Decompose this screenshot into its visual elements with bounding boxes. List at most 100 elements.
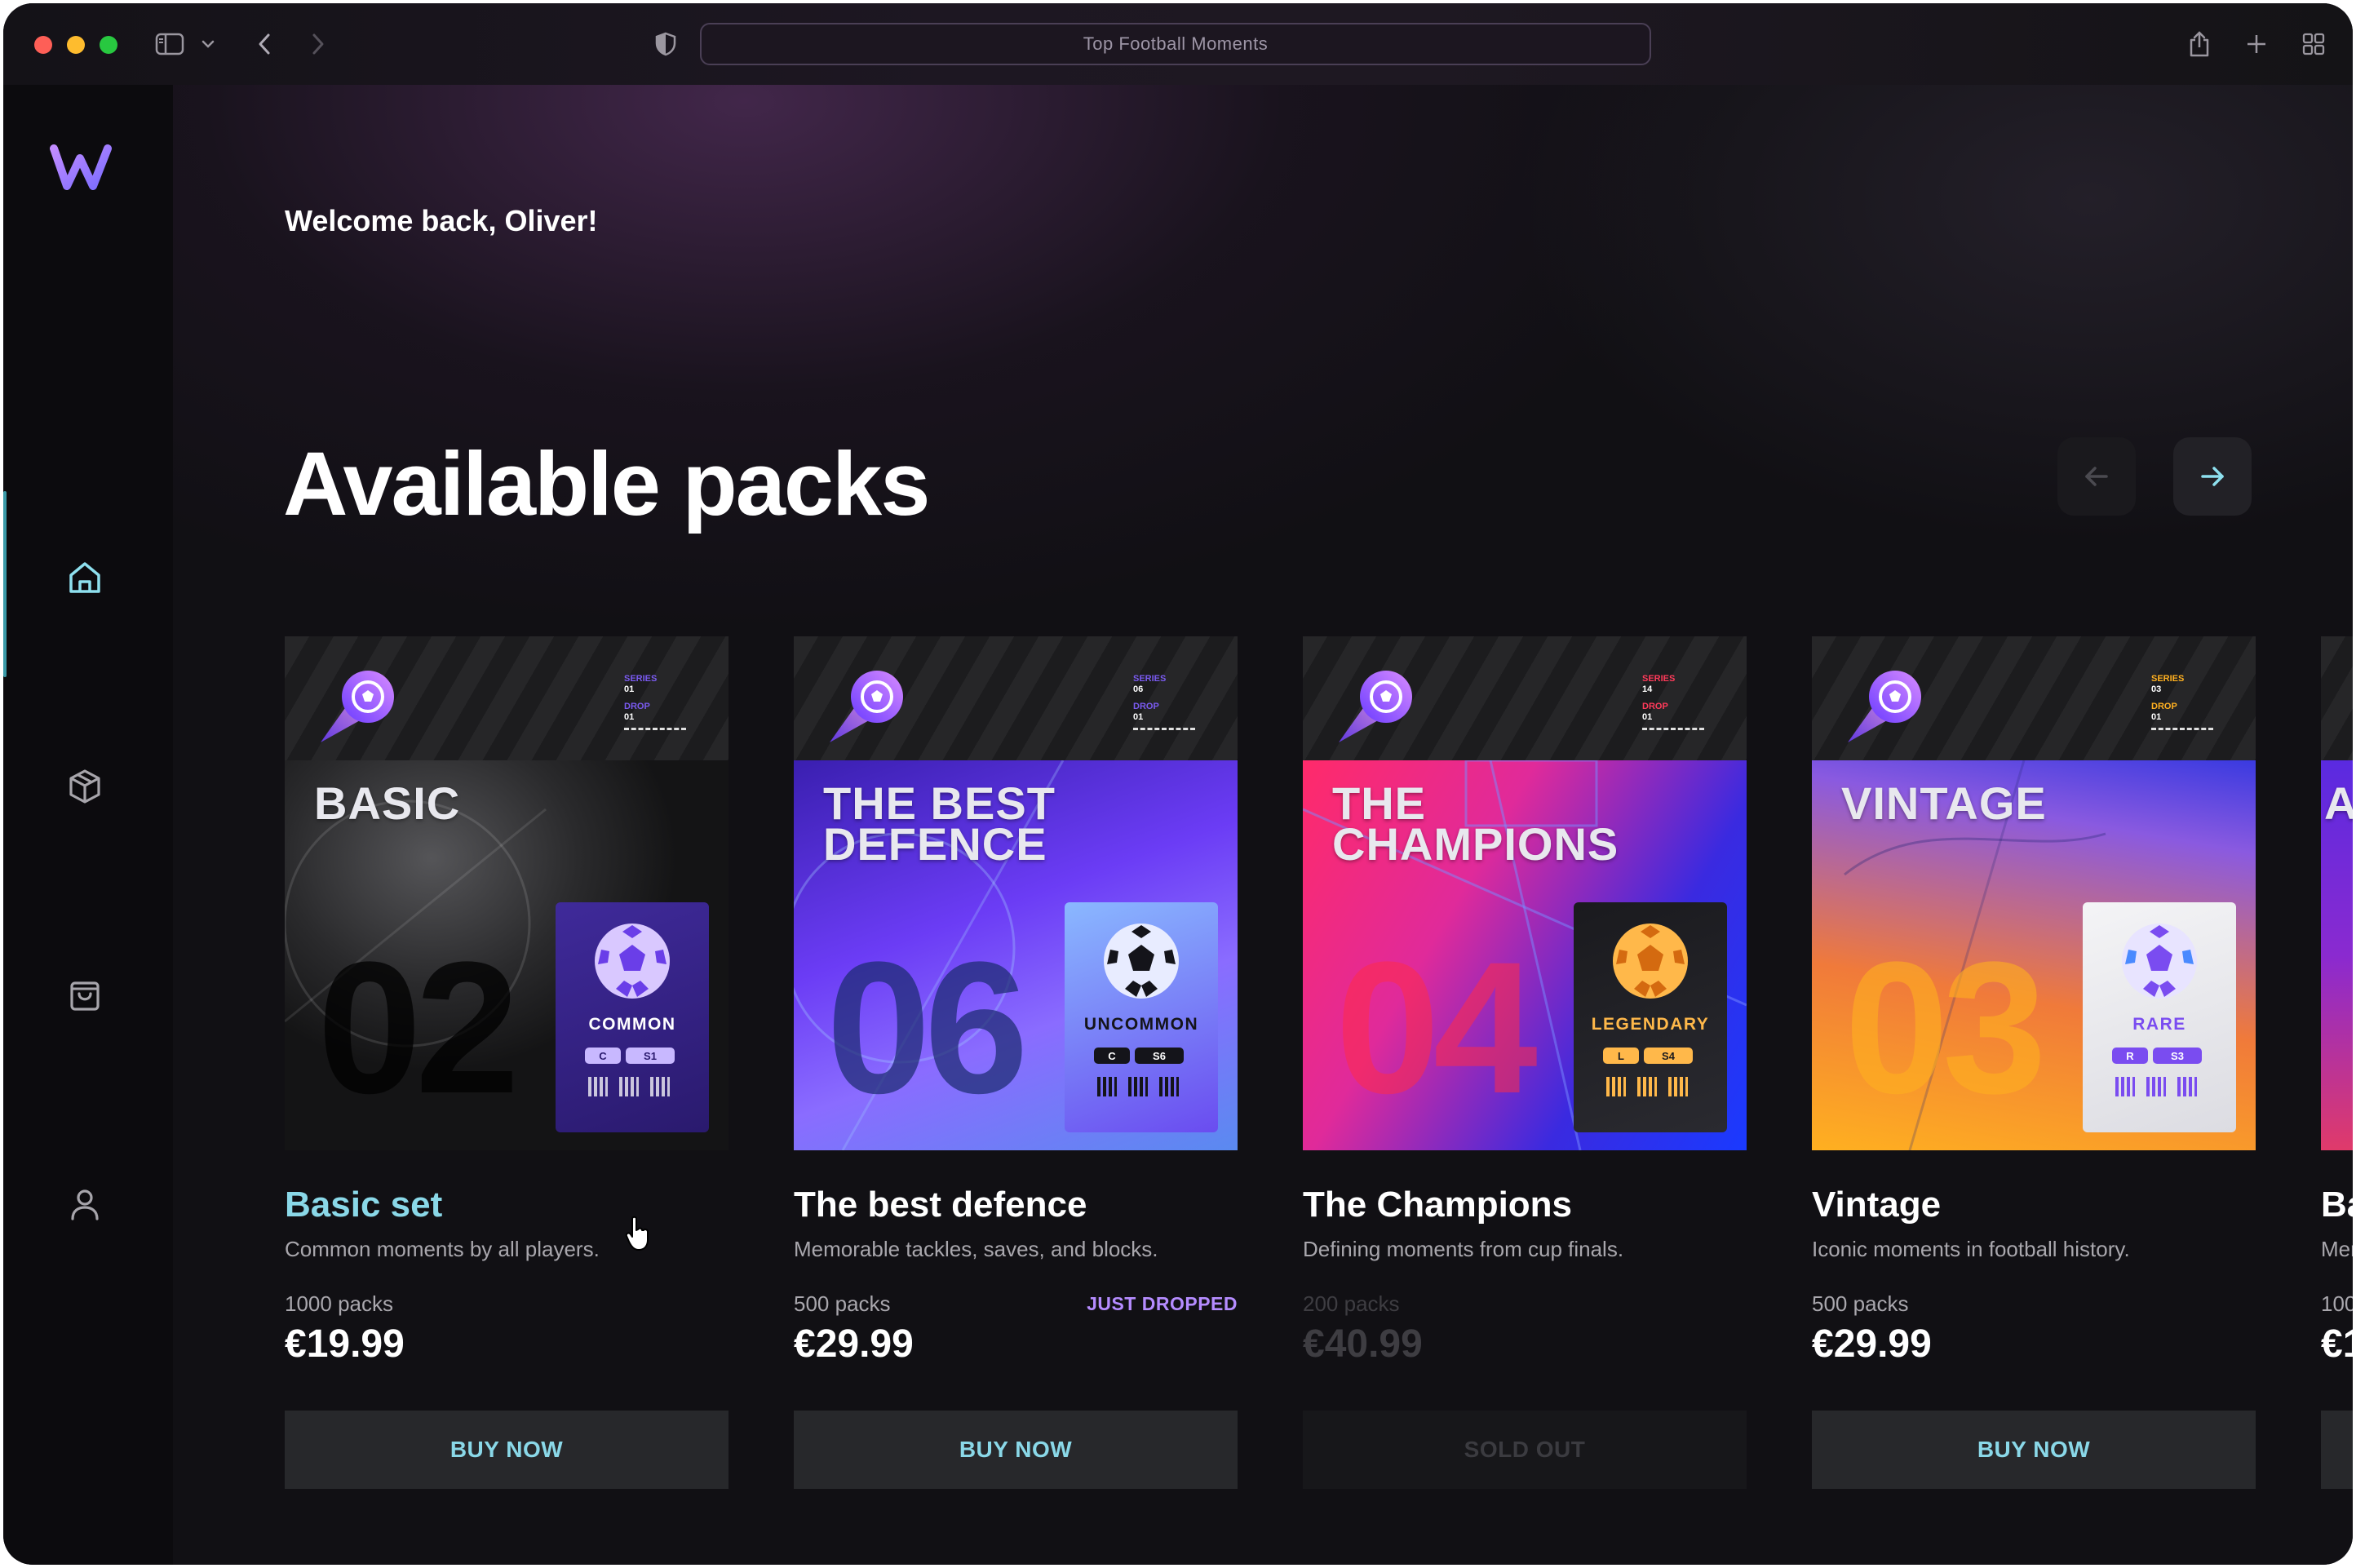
shopping-bag-icon xyxy=(70,981,100,1011)
pack-description: Mer xyxy=(2321,1237,2353,1261)
arrow-right-icon xyxy=(2201,467,2224,486)
pack-price: €19.99 xyxy=(285,1322,405,1366)
user-icon xyxy=(71,1189,99,1220)
pack-art-title: THE BEST DEFENCE xyxy=(823,777,1056,870)
buy-now-button[interactable] xyxy=(2321,1411,2353,1489)
app-logo[interactable] xyxy=(49,134,122,199)
pack-count: 500 packs xyxy=(1812,1291,1909,1316)
pack-name[interactable]: Basic set xyxy=(285,1185,728,1225)
pack-header xyxy=(2321,636,2353,760)
pack-description: Common moments by all players. xyxy=(285,1237,600,1261)
forward-icon[interactable] xyxy=(302,28,334,60)
rarity-tags: R S3 xyxy=(2112,1048,2202,1064)
address-bar[interactable]: Top Football Moments xyxy=(700,23,1651,65)
tab-overview-icon[interactable] xyxy=(2297,28,2330,60)
rarity-label: COMMON xyxy=(588,1015,676,1034)
pack-series-info: SERIES 06 DROP 01 xyxy=(1133,674,1195,730)
plus-icon[interactable] xyxy=(2240,28,2273,60)
pack-art-number: 02 xyxy=(317,923,520,1132)
pack-name[interactable]: The Champions xyxy=(1303,1185,1747,1225)
pack-description: Iconic moments in football history. xyxy=(1812,1237,2130,1261)
sold-out-button[interactable]: SOLD OUT xyxy=(1303,1411,1747,1489)
pack-card-best-defence[interactable]: SERIES 06 DROP 01 THE BEST DEFENCE 06 UN… xyxy=(794,636,1238,1489)
just-dropped-badge: JUST DROPPED xyxy=(1087,1293,1238,1314)
sidebar-item-home[interactable] xyxy=(52,545,117,610)
carousel-prev-button[interactable] xyxy=(2057,437,2136,516)
pack-ball-logo-icon xyxy=(321,671,394,742)
buy-now-button[interactable]: BUY NOW xyxy=(794,1411,1238,1489)
active-nav-indicator xyxy=(3,491,7,677)
pack-art-number: 06 xyxy=(826,923,1029,1132)
main-content: Welcome back, Oliver! Available packs SE… xyxy=(173,85,2353,1565)
sidebar-toggle-icon[interactable] xyxy=(153,28,186,60)
pack-name[interactable]: Ba xyxy=(2321,1185,2353,1225)
zoom-window-button[interactable] xyxy=(100,36,117,54)
minimize-window-button[interactable] xyxy=(67,36,85,54)
card-code-icons xyxy=(1097,1077,1179,1096)
page-title-text: Top Football Moments xyxy=(1083,33,1269,54)
pack-card-partial[interactable]: A Ba Mer 100 €1 xyxy=(2321,636,2353,1489)
pack-description: Memorable tackles, saves, and blocks. xyxy=(794,1237,1158,1261)
sidebar xyxy=(3,85,173,1565)
soccer-ball-icon xyxy=(1104,924,1179,999)
pack-art-title: THE CHAMPIONS xyxy=(1332,777,1619,870)
rarity-card: RARE R S3 xyxy=(2083,902,2236,1132)
hand-cursor-icon xyxy=(625,1216,649,1251)
arrow-left-icon xyxy=(2085,467,2108,486)
pack-count: 500 packs xyxy=(794,1291,891,1316)
pack-art-title: BASIC xyxy=(314,777,461,829)
pack-price: €29.99 xyxy=(1812,1322,1932,1366)
close-window-button[interactable] xyxy=(34,36,52,54)
rarity-card: LEGENDARY L S4 xyxy=(1574,902,1727,1132)
rarity-card: UNCOMMON C S6 xyxy=(1065,902,1218,1132)
sidebar-item-profile[interactable] xyxy=(52,1172,117,1237)
pack-art-number: 03 xyxy=(1844,923,2047,1132)
pack-count: 200 packs xyxy=(1303,1291,1400,1316)
rarity-label: UNCOMMON xyxy=(1083,1015,1199,1034)
rarity-tags: L S4 xyxy=(1603,1048,1693,1064)
page-title: Available packs xyxy=(283,434,930,534)
pack-art-title: A xyxy=(2324,777,2353,829)
pack-artwork[interactable]: SERIES 06 DROP 01 THE BEST DEFENCE 06 UN… xyxy=(794,636,1238,1150)
card-code-icons xyxy=(588,1077,670,1096)
pack-series-info: SERIES 01 DROP 01 xyxy=(624,674,686,730)
share-icon[interactable] xyxy=(2183,28,2216,60)
card-code-icons xyxy=(2115,1077,2197,1096)
rarity-card: COMMON C S1 xyxy=(556,902,709,1132)
soccer-ball-icon xyxy=(2122,924,2197,999)
buy-now-button[interactable]: BUY NOW xyxy=(285,1411,728,1489)
home-icon xyxy=(69,562,100,593)
pack-artwork[interactable]: SERIES 01 DROP 01 BASIC 02 COMMON C S1 xyxy=(285,636,728,1150)
pack-price: €40.99 xyxy=(1303,1322,1423,1366)
pack-ball-logo-icon xyxy=(830,671,903,742)
pack-artwork[interactable]: SERIES 14 DROP 01 THE CHAMPIONS 04 LEGEN… xyxy=(1303,636,1747,1150)
chevron-down-icon[interactable] xyxy=(196,28,220,60)
pack-art-number: 04 xyxy=(1335,923,1538,1132)
pack-price: €1 xyxy=(2321,1322,2353,1366)
sidebar-item-packs[interactable] xyxy=(52,754,117,819)
rarity-label: LEGENDARY xyxy=(1591,1015,1710,1034)
card-code-icons xyxy=(1606,1077,1688,1096)
pack-card-champions[interactable]: SERIES 14 DROP 01 THE CHAMPIONS 04 LEGEN… xyxy=(1303,636,1747,1489)
pack-name[interactable]: Vintage xyxy=(1812,1185,2256,1225)
pack-name[interactable]: The best defence xyxy=(794,1185,1238,1225)
pack-description: Defining moments from cup finals. xyxy=(1303,1237,1624,1261)
pack-artwork[interactable]: A xyxy=(2321,636,2353,1150)
sidebar-item-shop[interactable] xyxy=(52,963,117,1028)
carousel-next-button[interactable] xyxy=(2173,437,2252,516)
cube-icon xyxy=(69,769,100,804)
pack-card-vintage[interactable]: SERIES 03 DROP 01 VINTAGE 03 RARE R S3 V… xyxy=(1812,636,2256,1489)
pack-art-title: VINTAGE xyxy=(1841,777,2047,829)
welcome-message: Welcome back, Oliver! xyxy=(285,204,598,237)
pack-ball-logo-icon xyxy=(1848,671,1921,742)
rarity-tags: C S1 xyxy=(585,1048,675,1064)
rarity-label: RARE xyxy=(2132,1015,2186,1034)
pack-series-info: SERIES 03 DROP 01 xyxy=(2151,674,2213,730)
pack-price: €29.99 xyxy=(794,1322,914,1366)
back-icon[interactable] xyxy=(248,28,281,60)
shield-icon[interactable] xyxy=(649,28,682,60)
browser-toolbar: Top Football Moments xyxy=(3,3,2353,85)
pack-card-basic[interactable]: SERIES 01 DROP 01 BASIC 02 COMMON C S1 B… xyxy=(285,636,728,1489)
buy-now-button[interactable]: BUY NOW xyxy=(1812,1411,2256,1489)
pack-artwork[interactable]: SERIES 03 DROP 01 VINTAGE 03 RARE R S3 xyxy=(1812,636,2256,1150)
